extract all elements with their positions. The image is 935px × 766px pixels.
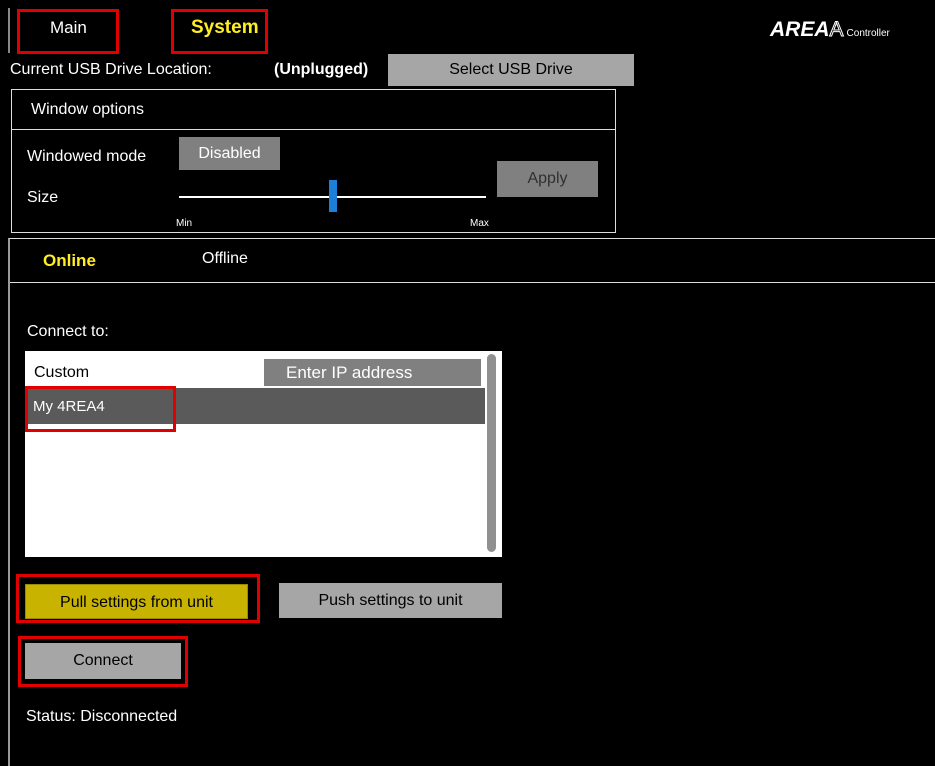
- size-slider-max-label: Max: [470, 218, 489, 229]
- logo-text: AREA: [770, 18, 830, 41]
- window-options-panel: Window options Windowed mode Disabled Si…: [11, 89, 616, 233]
- window-options-title: Window options: [31, 101, 144, 118]
- usb-location-status: (Unplugged): [274, 61, 369, 78]
- logo-glyph: A: [829, 18, 844, 42]
- window-options-header: Window options: [12, 90, 615, 130]
- size-slider-thumb[interactable]: [328, 180, 337, 212]
- ip-address-input[interactable]: [264, 359, 481, 386]
- custom-label: Custom: [34, 364, 90, 381]
- size-slider-min-label: Min: [176, 218, 193, 229]
- tab-system[interactable]: System: [191, 17, 259, 39]
- tab-main[interactable]: Main: [50, 18, 87, 38]
- device-name: My 4REA4: [33, 398, 105, 415]
- connect-button[interactable]: Connect: [25, 643, 181, 679]
- list-item-device[interactable]: My 4REA4: [25, 388, 485, 424]
- list-item-custom[interactable]: Custom: [25, 351, 485, 388]
- connect-to-label: Connect to:: [27, 323, 109, 340]
- usb-drive-row: Current USB Drive Location: (Unplugged) …: [8, 53, 935, 87]
- logo-subtitle: Controller: [846, 28, 890, 39]
- list-scrollbar[interactable]: [487, 354, 496, 552]
- apply-button[interactable]: Apply: [497, 161, 598, 197]
- connection-status: Status: Disconnected: [26, 708, 178, 725]
- pull-settings-button[interactable]: Pull settings from unit: [25, 584, 248, 619]
- tab-offline[interactable]: Offline: [202, 250, 248, 268]
- windowed-mode-label: Windowed mode: [27, 148, 147, 165]
- connection-tabs: Online Offline: [10, 239, 935, 283]
- push-settings-button[interactable]: Push settings to unit: [279, 583, 502, 618]
- windowed-mode-toggle[interactable]: Disabled: [179, 137, 280, 170]
- tab-online[interactable]: Online: [43, 251, 96, 271]
- area-controller-logo: AREAA Controller: [770, 18, 890, 42]
- top-bar: Main System AREAA Controller: [8, 8, 935, 53]
- size-label: Size: [27, 189, 59, 206]
- usb-location-label: Current USB Drive Location:: [10, 61, 212, 78]
- select-usb-drive-button[interactable]: Select USB Drive: [388, 54, 634, 86]
- connection-list[interactable]: Custom My 4REA4: [25, 351, 502, 557]
